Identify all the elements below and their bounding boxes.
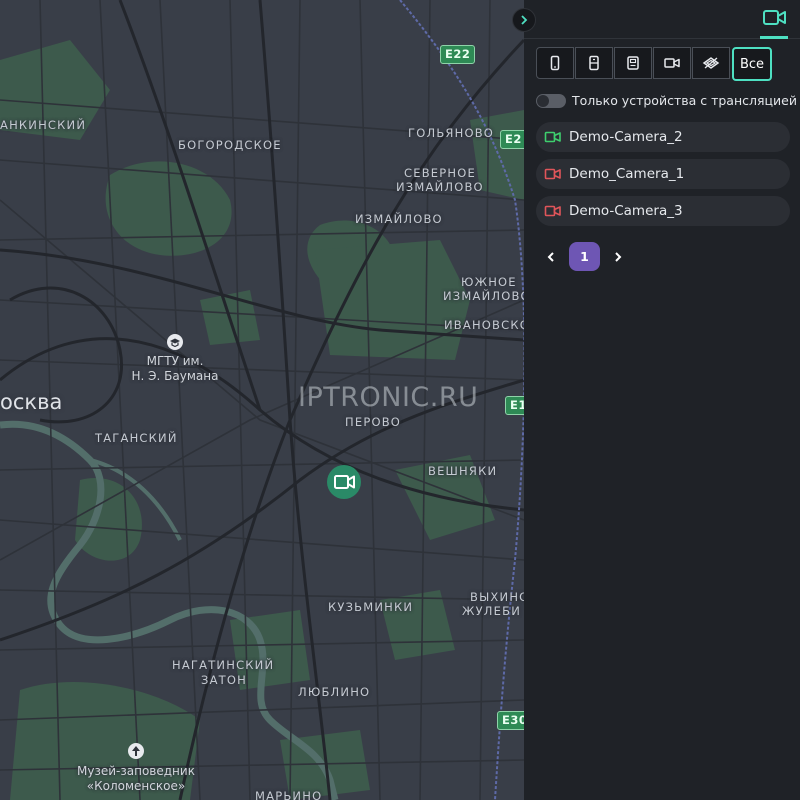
highway-shield: E2 <box>500 130 524 149</box>
device-list-item[interactable]: Demo-Camera_3 <box>536 196 790 226</box>
university-icon[interactable] <box>167 334 183 350</box>
district-label: БОГОРОДСКОЕ <box>178 138 282 152</box>
sensor-icon <box>702 57 720 69</box>
district-label: ЗАТОН <box>201 673 247 687</box>
watermark: IPTRONIC.RU <box>298 382 479 413</box>
district-label: ИВАНОВСКО <box>444 318 524 332</box>
video-camera-icon <box>544 167 562 181</box>
district-label: АНКИНСКИЙ <box>0 118 87 132</box>
district-label: СЕВЕРНОЕ <box>404 166 476 180</box>
chevron-right-icon <box>521 15 528 25</box>
district-label: ЖУЛЕБИ <box>462 604 522 618</box>
district-label: ВЫХИНО <box>470 590 524 604</box>
camera-icon <box>664 58 680 68</box>
video-camera-icon <box>763 10 786 25</box>
camera-filter-button[interactable] <box>653 47 691 79</box>
highway-shield: E22 <box>440 45 476 64</box>
phone-filter-button[interactable] <box>536 47 574 79</box>
video-camera-icon <box>544 130 562 144</box>
pagination: 1 <box>540 242 629 271</box>
museum-icon[interactable] <box>128 743 144 759</box>
district-label: ПЕРОВО <box>345 415 402 429</box>
city-label: осква <box>0 390 63 414</box>
video-camera-icon <box>334 475 355 489</box>
poi-label-line: МГТУ им. <box>146 354 204 368</box>
poi-label-line: «Коломенское» <box>86 779 186 793</box>
camera-marker[interactable] <box>327 465 361 499</box>
district-label: ИЗМАЙЛОВО <box>443 289 524 303</box>
chevron-left-icon <box>547 251 554 262</box>
device-name: Demo-Camera_3 <box>569 203 683 219</box>
active-tab-indicator <box>760 36 788 39</box>
page-number-button[interactable]: 1 <box>569 242 600 271</box>
district-label: ВЕШНЯКИ <box>428 464 498 478</box>
streaming-only-toggle[interactable] <box>536 93 566 108</box>
next-page-button[interactable] <box>607 243 629 271</box>
streaming-toggle-row: Только устройства с трансляцией <box>536 93 797 108</box>
district-label: ЛЮБЛИНО <box>298 685 371 699</box>
intercom-icon <box>589 55 599 71</box>
collapse-panel-button[interactable] <box>512 8 536 32</box>
chevron-right-icon <box>615 251 622 262</box>
poi-label: Музей-заповедник «Коломенское» <box>72 764 200 794</box>
device-type-filters: Все <box>536 47 773 81</box>
device-list-item[interactable]: Demo-Camera_2 <box>536 122 790 152</box>
device-panel <box>524 0 800 800</box>
device-name: Demo-Camera_2 <box>569 129 683 145</box>
sensor-filter-button[interactable] <box>692 47 730 79</box>
prev-page-button[interactable] <box>540 243 562 271</box>
intercom-filter-button[interactable] <box>575 47 613 79</box>
phone-icon <box>550 55 560 71</box>
district-label: ЮЖНОЕ <box>461 275 517 289</box>
all-filter-button[interactable]: Все <box>732 47 772 81</box>
cameras-tab[interactable] <box>762 7 788 33</box>
district-label: ГОЛЬЯНОВО <box>408 126 495 140</box>
device-list-item[interactable]: Demo_Camera_1 <box>536 159 790 189</box>
streaming-toggle-label: Только устройства с трансляцией <box>572 93 797 108</box>
district-label: ИЗМАЙЛОВО <box>355 212 443 226</box>
toggle-knob <box>537 94 549 107</box>
panel-header <box>524 0 800 39</box>
district-label: КУЗЬМИНКИ <box>328 600 414 614</box>
map[interactable]: АНКИНСКИЙ БОГОРОДСКОЕ ГОЛЬЯНОВО СЕВЕРНОЕ… <box>0 0 524 800</box>
highway-shield: E30 <box>497 711 524 730</box>
highway-shield: E1 <box>505 396 524 415</box>
district-label: НАГАТИНСКИЙ <box>172 658 275 672</box>
district-label: ТАГАНСКИЙ <box>95 431 178 445</box>
panel-icon <box>627 56 639 70</box>
panel-filter-button[interactable] <box>614 47 652 79</box>
video-camera-icon <box>544 204 562 218</box>
device-name: Demo_Camera_1 <box>569 166 685 182</box>
district-label: МАРЬИНО <box>255 789 323 800</box>
poi-label-line: Музей-заповедник <box>77 764 195 778</box>
district-label: ИЗМАЙЛОВО <box>396 180 484 194</box>
poi-label-line: Н. Э. Баумана <box>131 369 219 383</box>
poi-label: МГТУ им. Н. Э. Баумана <box>127 354 223 384</box>
